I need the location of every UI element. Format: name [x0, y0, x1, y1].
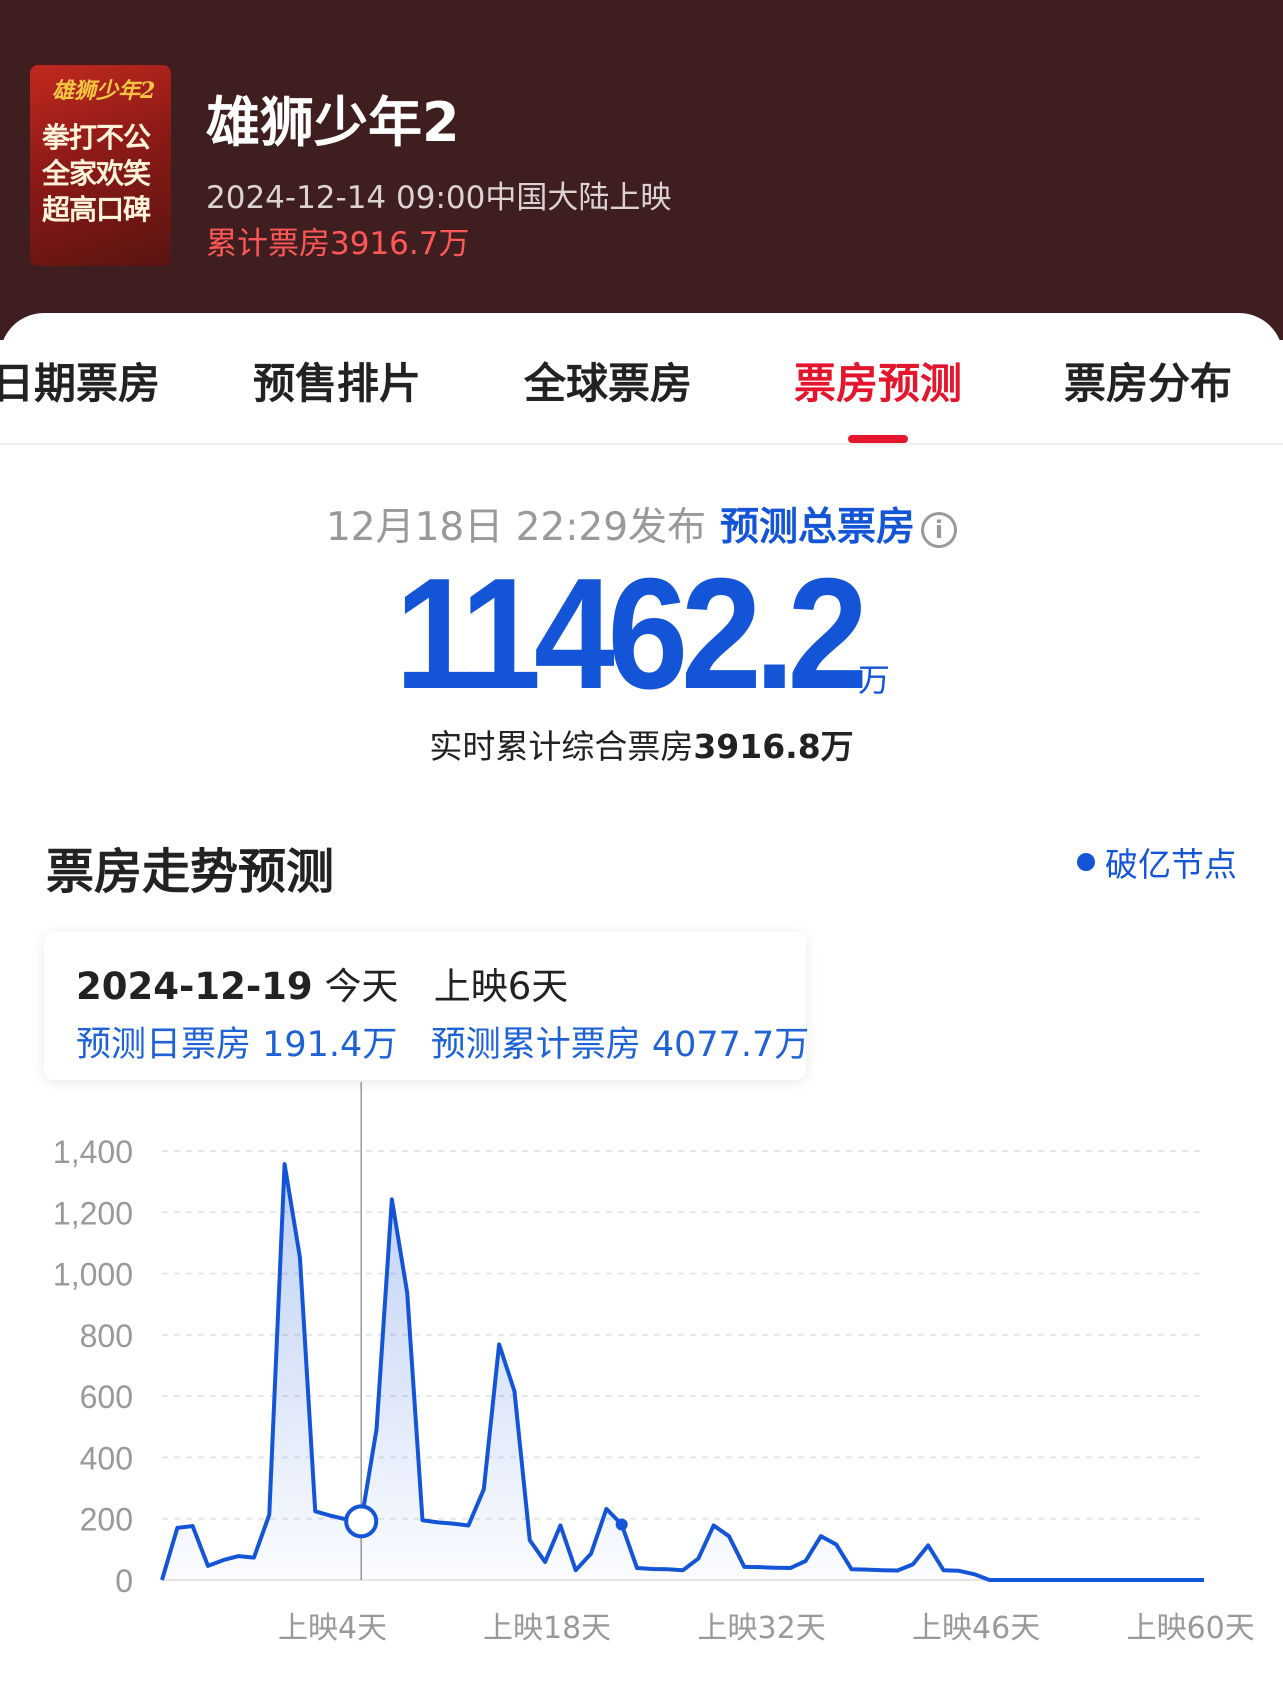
chart-tooltip: 2024-12-19 今天 上映6天 预测日票房 191.4万 预测累计票房 4… — [44, 932, 809, 1080]
x-tick-label: 上映32天 — [698, 1611, 826, 1646]
data-point — [206, 1564, 210, 1568]
data-point — [237, 1554, 241, 1558]
data-point — [375, 1427, 379, 1431]
data-point — [1033, 1578, 1037, 1582]
data-point — [466, 1523, 470, 1527]
data-point — [313, 1509, 317, 1513]
highlight-point — [344, 1504, 379, 1539]
data-point — [451, 1522, 455, 1526]
data-point — [1018, 1578, 1022, 1582]
y-tick-label: 600 — [80, 1379, 133, 1415]
data-point — [987, 1578, 991, 1582]
data-point — [1156, 1578, 1160, 1582]
data-point — [712, 1523, 716, 1527]
data-point — [635, 1566, 639, 1570]
data-point — [880, 1568, 884, 1572]
x-tick-label: 上映46天 — [912, 1611, 1040, 1646]
data-point — [191, 1524, 195, 1528]
data-point — [926, 1543, 930, 1547]
data-point — [160, 1578, 164, 1582]
data-point — [1095, 1578, 1099, 1582]
data-point — [696, 1557, 700, 1561]
x-tick-label: 上映60天 — [1127, 1611, 1255, 1646]
data-point — [804, 1559, 808, 1563]
data-point — [1064, 1578, 1068, 1582]
data-point — [650, 1567, 654, 1571]
data-point — [421, 1518, 425, 1522]
y-tick-label: 200 — [80, 1502, 133, 1538]
tooltip-date: 2024-12-19 — [76, 965, 313, 1008]
y-tick-label: 1,400 — [53, 1134, 133, 1170]
tooltip-day: 上映6天 — [433, 965, 569, 1008]
data-point — [972, 1572, 976, 1576]
data-point — [666, 1567, 670, 1571]
data-point — [942, 1568, 946, 1572]
data-point — [221, 1558, 225, 1562]
data-point — [390, 1197, 394, 1201]
data-point — [911, 1562, 915, 1566]
data-point — [742, 1565, 746, 1569]
data-point — [497, 1342, 501, 1346]
y-tick-label: 800 — [80, 1318, 133, 1354]
data-point — [1125, 1578, 1129, 1582]
data-point — [175, 1526, 179, 1530]
data-point — [773, 1566, 777, 1570]
data-point — [896, 1569, 900, 1573]
data-point — [788, 1566, 792, 1570]
tooltip-daily: 预测日票房 191.4万 — [76, 1025, 398, 1065]
data-point — [865, 1568, 869, 1572]
data-point — [1202, 1578, 1206, 1582]
data-point — [758, 1565, 762, 1569]
data-point — [850, 1567, 854, 1571]
data-point — [1003, 1578, 1007, 1582]
data-point — [1110, 1578, 1114, 1582]
tooltip-today: 今天 — [324, 965, 399, 1008]
y-tick-label: 1,200 — [53, 1195, 133, 1231]
data-point — [543, 1560, 547, 1564]
data-point — [512, 1389, 516, 1393]
data-point — [252, 1556, 256, 1560]
y-tick-label: 400 — [80, 1440, 133, 1476]
data-point — [1049, 1578, 1053, 1582]
data-point — [298, 1255, 302, 1259]
data-point — [604, 1507, 608, 1511]
data-point — [819, 1534, 823, 1538]
data-point — [405, 1291, 409, 1295]
data-point — [1141, 1578, 1145, 1582]
box-office-trend-chart[interactable]: 0 200 400 600 800 1,000 1,200 1,400 上映4天 上映18天 上映3… — [0, 0, 1283, 1696]
data-point — [528, 1538, 532, 1542]
milestone-point — [615, 1518, 628, 1531]
x-tick-label: 上映18天 — [483, 1611, 611, 1646]
y-tick-label: 0 — [115, 1563, 133, 1599]
data-point — [589, 1552, 593, 1556]
data-point — [482, 1487, 486, 1491]
data-point — [1187, 1578, 1191, 1582]
data-point — [834, 1542, 838, 1546]
area-fill — [162, 1164, 1204, 1580]
y-tick-label: 1,000 — [53, 1257, 133, 1293]
data-point — [574, 1568, 578, 1572]
data-point — [436, 1520, 440, 1524]
tooltip-cumulative: 预测累计票房 4077.7万 — [430, 1025, 810, 1065]
data-point — [283, 1162, 287, 1166]
x-tick-label: 上映4天 — [278, 1611, 387, 1646]
data-point — [1079, 1578, 1083, 1582]
data-point — [727, 1534, 731, 1538]
data-point — [1171, 1578, 1175, 1582]
data-point — [267, 1513, 271, 1517]
data-point — [558, 1523, 562, 1527]
data-point — [957, 1569, 961, 1573]
data-point — [681, 1568, 685, 1572]
data-point — [329, 1514, 333, 1518]
